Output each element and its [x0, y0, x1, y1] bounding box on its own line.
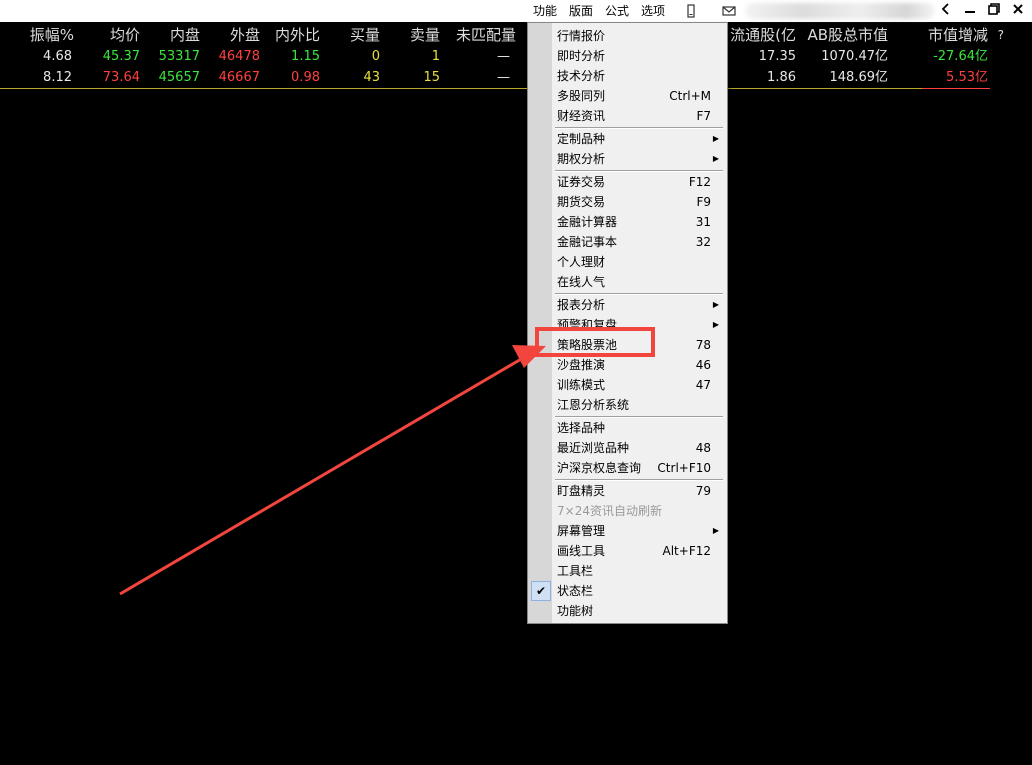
annotation-arrow-icon: [119, 345, 546, 596]
